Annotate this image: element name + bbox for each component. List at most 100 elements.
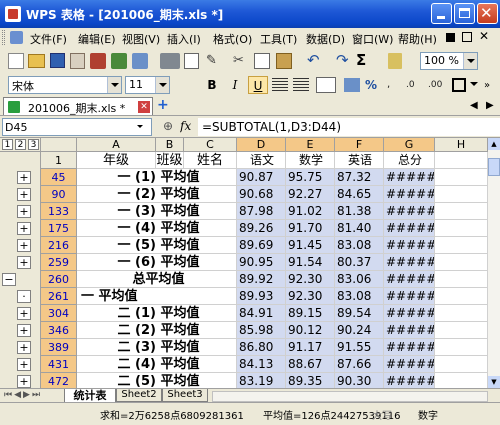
cell-empty[interactable] [435,254,488,271]
cell-grade[interactable]: 一 平均值 [77,288,237,305]
cell-english[interactable]: 英语 [335,152,384,169]
cell-total[interactable]: ###### [384,169,435,186]
cell-chinese[interactable]: 90.95 [237,254,286,271]
cell-chinese[interactable]: 87.98 [237,203,286,220]
web-icon[interactable] [132,53,148,69]
cell-english[interactable]: 84.65 [335,186,384,203]
cell-empty[interactable] [435,305,488,322]
doc-close-icon[interactable]: ✕ [479,29,489,43]
cell-grade[interactable]: 二 (4) 平均值 [77,356,237,373]
sheet-tab-stats[interactable]: 统计表 [64,389,116,402]
outline-level-3[interactable]: 3 [28,139,39,150]
cell-math[interactable]: 91.45 [286,237,335,254]
cell-english[interactable]: 91.55 [335,339,384,356]
increase-decimal-icon[interactable]: .00 [428,78,444,92]
cell-chinese[interactable]: 85.98 [237,322,286,339]
row-header[interactable]: 260 [41,271,77,288]
cell-english[interactable]: 87.32 [335,169,384,186]
maximize-button[interactable] [454,3,475,24]
undo-icon[interactable]: ↶ [307,51,323,69]
expand-group-icon[interactable]: + [17,324,31,337]
send-mail-icon[interactable] [111,53,127,69]
row-header[interactable]: 389 [41,339,77,356]
cell-chinese[interactable]: 84.91 [237,305,286,322]
cell-english[interactable]: 81.40 [335,220,384,237]
row-header[interactable]: 259 [41,254,77,271]
cell-total[interactable]: ###### [384,271,435,288]
close-button[interactable]: ✕ [477,3,498,24]
scroll-down-icon[interactable]: ▼ [488,376,500,388]
merge-cells-icon[interactable] [316,77,336,93]
row-header[interactable]: 261 [41,288,77,305]
italic-button[interactable]: I [225,76,245,94]
font-size-select[interactable]: 11 [125,76,170,94]
print-icon[interactable] [160,53,180,69]
align-center-icon[interactable] [272,78,288,92]
sheet-nav-icon[interactable]: ⏮◀▶⏭ [4,390,42,400]
vertical-scrollbar[interactable]: ▲ ▼ [488,138,500,388]
minimize-button[interactable] [431,3,452,24]
cell-chinese[interactable]: 89.69 [237,237,286,254]
cell-english[interactable]: 87.66 [335,356,384,373]
doc-minimize-icon[interactable] [446,33,455,42]
cell-empty[interactable] [435,203,488,220]
cell-total[interactable]: 总分 [384,152,435,169]
cell-english[interactable]: 83.08 [335,237,384,254]
cell-grade[interactable]: 二 (2) 平均值 [77,322,237,339]
cell-chinese[interactable]: 90.87 [237,169,286,186]
decrease-decimal-icon[interactable]: .0 [406,78,422,92]
cell-chinese[interactable]: 83.19 [237,373,286,388]
redo-icon[interactable]: ↷ [336,51,352,69]
print-preview-icon[interactable] [184,53,199,69]
cell-math[interactable]: 88.67 [286,356,335,373]
thousands-icon[interactable]: , [387,77,403,93]
expand-group-icon[interactable]: + [17,205,31,218]
cell-math[interactable]: 92.27 [286,186,335,203]
cell-total[interactable]: ###### [384,356,435,373]
cell-grade[interactable]: 一 (5) 平均值 [77,237,237,254]
cell-math[interactable]: 91.54 [286,254,335,271]
row-header[interactable]: 216 [41,237,77,254]
menu-edit[interactable]: 编辑(E) [78,31,116,47]
autosum-icon[interactable]: Σ [356,51,372,69]
open-folder-icon[interactable] [28,54,45,68]
cell-empty[interactable] [435,339,488,356]
cell-chinese[interactable]: 89.92 [237,271,286,288]
currency-icon[interactable]: % [365,77,381,93]
number-format-icon[interactable] [344,78,360,92]
cell-total[interactable]: ###### [384,305,435,322]
row-header[interactable]: 175 [41,220,77,237]
cell-grade[interactable]: 一 (4) 平均值 [77,220,237,237]
cell-english[interactable]: 80.37 [335,254,384,271]
column-header-g[interactable]: G [384,138,435,152]
cell-chinese[interactable]: 90.68 [237,186,286,203]
cell-grade[interactable]: 二 (1) 平均值 [77,305,237,322]
cell-chinese[interactable]: 语文 [237,152,286,169]
cell-math[interactable]: 91.17 [286,339,335,356]
cell-total[interactable]: ###### [384,339,435,356]
column-header-c[interactable]: C [184,138,237,152]
cell-math[interactable]: 89.15 [286,305,335,322]
scroll-thumb[interactable] [488,158,500,176]
expand-group-icon[interactable]: + [17,307,31,320]
cell-grade[interactable]: 一 (1) 平均值 [77,169,237,186]
cell-chinese[interactable]: 86.80 [237,339,286,356]
outline-level-2[interactable]: 2 [15,139,26,150]
scroll-up-icon[interactable]: ▲ [488,138,500,150]
expand-group-icon[interactable]: + [17,222,31,235]
cell-empty[interactable] [435,169,488,186]
function-icon[interactable]: fx [180,119,191,133]
chevron-down-icon[interactable] [137,125,143,128]
cell-chinese[interactable]: 89.26 [237,220,286,237]
cell-total[interactable]: ###### [384,203,435,220]
toolbar-overflow-icon[interactable]: » [484,80,490,91]
close-tab-icon[interactable]: ✕ [138,101,150,113]
zoom-formula-icon[interactable]: ⊕ [163,119,173,133]
row-header[interactable]: 45 [41,169,77,186]
cell-math[interactable]: 91.70 [286,220,335,237]
cell-english[interactable]: 90.24 [335,322,384,339]
cell-empty[interactable] [435,356,488,373]
font-family-select[interactable]: 宋体 [8,76,122,94]
bold-button[interactable]: B [202,76,222,94]
cell-name[interactable]: 姓名 [184,152,237,169]
